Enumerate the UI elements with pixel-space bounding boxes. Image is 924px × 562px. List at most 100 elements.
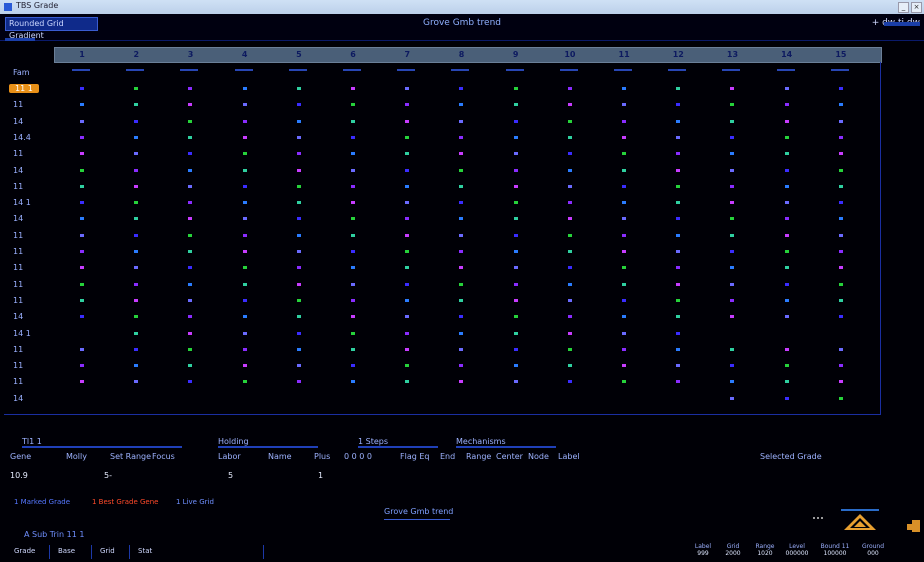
grid-cell[interactable] xyxy=(838,266,843,270)
grid-cell[interactable] xyxy=(242,347,247,351)
grid-cell[interactable] xyxy=(296,233,301,237)
grid-cell[interactable] xyxy=(242,87,247,90)
grid-cell[interactable] xyxy=(351,331,355,335)
grid-cell[interactable] xyxy=(351,152,355,156)
grid-cell[interactable] xyxy=(567,184,572,188)
grid-cell[interactable] xyxy=(838,298,843,302)
grid-cell[interactable] xyxy=(296,201,301,205)
grid-cell[interactable] xyxy=(838,396,843,400)
grid-cell[interactable] xyxy=(134,347,139,351)
tab-grade[interactable]: Grade xyxy=(10,545,50,559)
grid-cell[interactable] xyxy=(730,233,735,237)
grid-cell[interactable] xyxy=(188,331,193,335)
grid-cell[interactable] xyxy=(838,184,843,188)
row-label[interactable]: 14 1 xyxy=(13,198,31,207)
grid-cell[interactable] xyxy=(784,217,789,221)
grid-cell[interactable] xyxy=(567,119,572,123)
grid-cell[interactable] xyxy=(80,87,84,90)
grid-cell[interactable] xyxy=(351,119,355,123)
grid-cell[interactable] xyxy=(351,250,355,253)
grid-cell[interactable] xyxy=(459,152,464,156)
dots-icon[interactable] xyxy=(812,514,824,524)
grid-cell[interactable] xyxy=(513,347,518,351)
grid-cell[interactable] xyxy=(838,347,843,351)
column-header-7[interactable]: 7 xyxy=(380,48,434,62)
grid-cell[interactable] xyxy=(567,266,572,270)
grid-cell[interactable] xyxy=(567,250,572,253)
grid-cell[interactable] xyxy=(188,87,193,90)
grid-cell[interactable] xyxy=(80,298,84,302)
grid-cell[interactable] xyxy=(676,135,681,139)
grid-cell[interactable] xyxy=(405,315,410,319)
grid-cell[interactable] xyxy=(459,315,464,319)
grid-cell[interactable] xyxy=(242,364,247,368)
grid-cell[interactable] xyxy=(351,217,355,221)
grid-cell[interactable] xyxy=(567,233,572,237)
grid-cell[interactable] xyxy=(513,201,518,205)
grid-cell[interactable] xyxy=(296,380,301,384)
grid-cell[interactable] xyxy=(622,233,626,237)
grid-cell[interactable] xyxy=(351,233,355,237)
column-header-6[interactable]: 6 xyxy=(326,48,380,62)
grid-cell[interactable] xyxy=(296,364,301,368)
grid-cell[interactable] xyxy=(459,103,464,107)
grid-cell[interactable] xyxy=(405,250,410,253)
grid-cell[interactable] xyxy=(513,331,518,335)
grid-cell[interactable] xyxy=(80,347,84,351)
grid-cell[interactable] xyxy=(242,184,247,188)
grid-cell[interactable] xyxy=(80,152,84,156)
grid-cell[interactable] xyxy=(784,364,789,368)
grid-cell[interactable] xyxy=(567,380,572,384)
grid-cell[interactable] xyxy=(296,135,301,139)
grid-cell[interactable] xyxy=(351,347,355,351)
column-header-8[interactable]: 8 xyxy=(434,48,488,62)
column-header-15[interactable]: 15 xyxy=(814,48,868,62)
grid-cell[interactable] xyxy=(730,347,735,351)
grid-cell[interactable] xyxy=(242,315,247,319)
grid-cell[interactable] xyxy=(459,201,464,205)
grid-cell[interactable] xyxy=(784,135,789,139)
grid-cell[interactable] xyxy=(134,331,139,335)
grid-cell[interactable] xyxy=(622,364,626,368)
grid-cell[interactable] xyxy=(80,233,84,237)
grid-cell[interactable] xyxy=(80,250,84,253)
grid-cell[interactable] xyxy=(351,184,355,188)
grid-cell[interactable] xyxy=(622,282,626,286)
bucket-icon[interactable] xyxy=(904,516,924,539)
row-label[interactable]: 14 xyxy=(13,312,23,321)
grid-cell[interactable] xyxy=(513,380,518,384)
grid-cell[interactable] xyxy=(838,168,843,172)
row-label[interactable]: 11 xyxy=(13,231,23,240)
grid-cell[interactable] xyxy=(622,135,626,139)
grid-cell[interactable] xyxy=(188,103,193,107)
grid-cell[interactable] xyxy=(459,135,464,139)
row-label[interactable]: 11 xyxy=(13,280,23,289)
grid-cell[interactable] xyxy=(730,119,735,123)
row-label[interactable]: 11 xyxy=(13,345,23,354)
grid-cell[interactable] xyxy=(242,135,247,139)
grid-cell[interactable] xyxy=(459,380,464,384)
grid-cell[interactable] xyxy=(134,315,139,319)
grid-cell[interactable] xyxy=(459,250,464,253)
grid-cell[interactable] xyxy=(405,282,410,286)
grid-cell[interactable] xyxy=(730,298,735,302)
grid-cell[interactable] xyxy=(405,135,410,139)
grid-cell[interactable] xyxy=(838,201,843,205)
grid-cell[interactable] xyxy=(134,298,139,302)
grid-cell[interactable] xyxy=(784,233,789,237)
column-header-12[interactable]: 12 xyxy=(651,48,705,62)
grid-cell[interactable] xyxy=(405,184,410,188)
grid-cell[interactable] xyxy=(730,315,735,319)
row-label[interactable]: 14 1 xyxy=(13,329,31,338)
grid-cell[interactable] xyxy=(676,152,681,156)
grid-cell[interactable] xyxy=(622,298,626,302)
column-header-3[interactable]: 3 xyxy=(163,48,217,62)
grid-cell[interactable] xyxy=(567,364,572,368)
grid-cell[interactable] xyxy=(730,396,735,400)
grid-cell[interactable] xyxy=(242,266,247,270)
grid-cell[interactable] xyxy=(567,282,572,286)
grid-cell[interactable] xyxy=(351,380,355,384)
grid-cell[interactable] xyxy=(134,217,139,221)
grid-cell[interactable] xyxy=(838,250,843,253)
column-header-5[interactable]: 5 xyxy=(272,48,326,62)
